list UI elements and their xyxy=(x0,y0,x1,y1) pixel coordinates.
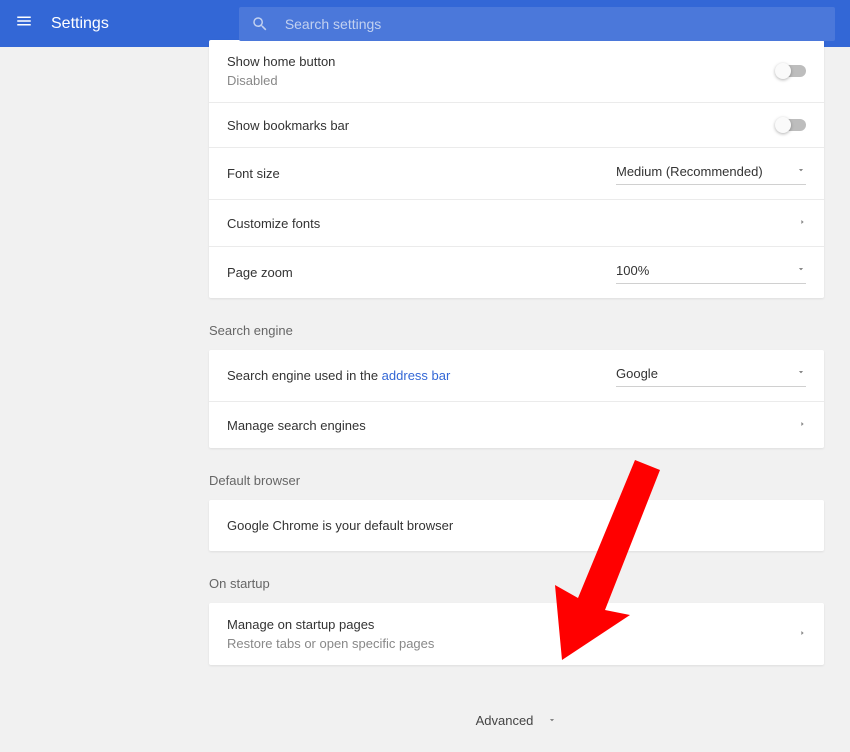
header: Settings xyxy=(0,0,850,47)
default-browser-card: Google Chrome is your default browser xyxy=(209,500,824,551)
label-text: Search engine used in the xyxy=(227,368,382,383)
advanced-section: Advanced xyxy=(209,690,824,752)
select-value: 100% xyxy=(616,263,649,278)
appearance-card: Show home button Disabled Show bookmarks… xyxy=(209,40,824,298)
chevron-right-icon xyxy=(799,214,806,232)
show-home-button-row[interactable]: Show home button Disabled xyxy=(209,40,824,103)
row-sublabel: Disabled xyxy=(227,73,335,88)
chevron-down-icon xyxy=(796,162,806,180)
default-browser-row: Google Chrome is your default browser xyxy=(209,500,824,551)
manage-search-engines-row[interactable]: Manage search engines xyxy=(209,402,824,448)
chevron-down-icon xyxy=(796,364,806,382)
chevron-right-icon xyxy=(799,416,806,434)
toggle-off-icon[interactable] xyxy=(776,119,806,131)
settings-content: Show home button Disabled Show bookmarks… xyxy=(209,40,824,752)
search-icon xyxy=(251,15,269,33)
select-value: Medium (Recommended) xyxy=(616,164,763,179)
row-label: Manage search engines xyxy=(227,418,366,433)
on-startup-card: Manage on startup pages Restore tabs or … xyxy=(209,603,824,665)
advanced-button[interactable]: Advanced xyxy=(476,713,558,728)
search-engine-heading: Search engine xyxy=(209,323,824,350)
show-bookmarks-bar-row[interactable]: Show bookmarks bar xyxy=(209,103,824,148)
row-label: Search engine used in the address bar xyxy=(227,368,450,383)
on-startup-heading: On startup xyxy=(209,576,824,603)
address-bar-link[interactable]: address bar xyxy=(382,368,451,383)
font-size-select[interactable]: Medium (Recommended) xyxy=(616,162,806,185)
page-zoom-row[interactable]: Page zoom 100% xyxy=(209,247,824,298)
search-input[interactable] xyxy=(285,16,823,32)
chevron-down-icon xyxy=(796,261,806,279)
row-label: Customize fonts xyxy=(227,216,320,231)
row-label: Show home button xyxy=(227,54,335,69)
page-zoom-select[interactable]: 100% xyxy=(616,261,806,284)
row-label: Manage on startup pages xyxy=(227,617,434,632)
search-engine-select[interactable]: Google xyxy=(616,364,806,387)
row-label: Font size xyxy=(227,166,280,181)
row-label: Page zoom xyxy=(227,265,293,280)
customize-fonts-row[interactable]: Customize fonts xyxy=(209,200,824,247)
row-label: Show bookmarks bar xyxy=(227,118,349,133)
default-browser-heading: Default browser xyxy=(209,473,824,500)
chevron-right-icon xyxy=(799,625,806,643)
toggle-off-icon[interactable] xyxy=(776,65,806,77)
search-bar[interactable] xyxy=(239,7,835,41)
font-size-row[interactable]: Font size Medium (Recommended) xyxy=(209,148,824,200)
select-value: Google xyxy=(616,366,658,381)
row-sublabel: Restore tabs or open specific pages xyxy=(227,636,434,651)
row-label: Google Chrome is your default browser xyxy=(227,518,453,533)
manage-startup-pages-row[interactable]: Manage on startup pages Restore tabs or … xyxy=(209,603,824,665)
search-engine-used-row[interactable]: Search engine used in the address bar Go… xyxy=(209,350,824,402)
chevron-down-icon xyxy=(547,713,557,728)
menu-icon[interactable] xyxy=(15,12,33,35)
advanced-label: Advanced xyxy=(476,713,534,728)
page-title: Settings xyxy=(51,15,109,33)
search-engine-card: Search engine used in the address bar Go… xyxy=(209,350,824,448)
